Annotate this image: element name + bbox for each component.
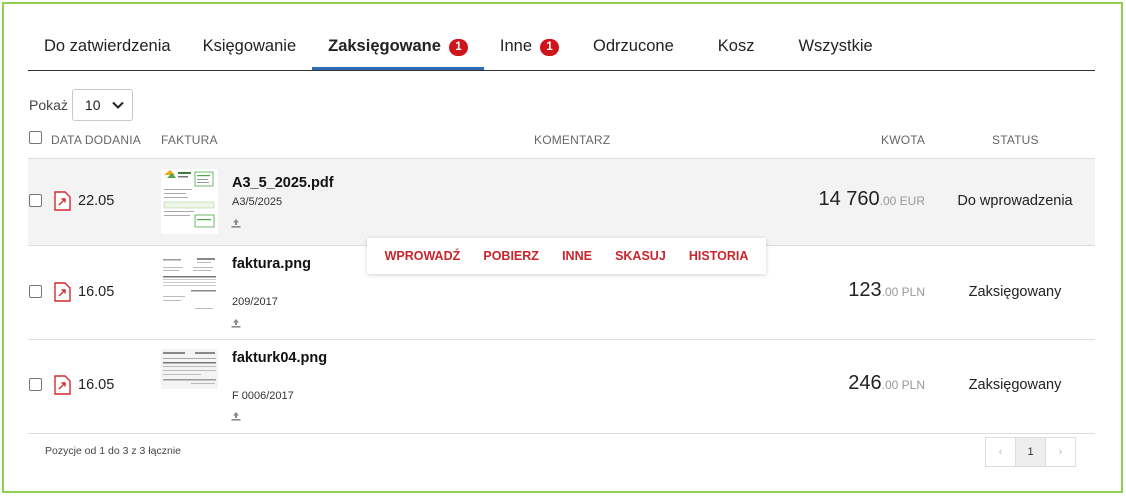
page-size-label: Pokaż (29, 97, 68, 113)
row-checkbox[interactable] (29, 378, 42, 391)
column-date: DATA DODANIA (51, 133, 141, 147)
action-historia[interactable]: HISTORIA (689, 249, 749, 263)
tab-wszystkie[interactable]: Wszystkie (780, 30, 888, 70)
tab-label: Kosz (717, 37, 755, 55)
select-all-checkbox[interactable] (29, 131, 42, 144)
tab-label: Księgowanie (202, 37, 297, 55)
prev-page-button[interactable]: ‹ (985, 437, 1016, 467)
upload-icon (231, 219, 241, 228)
chevron-down-icon (112, 101, 124, 109)
column-amount: KWOTA (881, 133, 926, 147)
page-size-select[interactable]: 10 (71, 89, 133, 121)
action-wprowadz[interactable]: WPROWADŹ (385, 249, 461, 263)
upload-icon (231, 319, 241, 328)
count-badge: 1 (448, 39, 468, 56)
action-skasuj[interactable]: SKASUJ (615, 249, 666, 263)
tab-label: Do zatwierdzenia (44, 37, 171, 55)
table-row[interactable]: 16.05 fakturk04.png F 0006/2017 246.00 P… (28, 340, 1095, 434)
invoice-thumbnail[interactable] (161, 349, 218, 389)
row-checkbox[interactable] (29, 285, 42, 298)
file-name[interactable]: A3_5_2025.pdf (232, 175, 334, 191)
invoice-thumbnail[interactable] (161, 169, 218, 234)
tab-zaksiegowane[interactable]: Zaksięgowane 1 (312, 30, 484, 70)
tab-bar: Do zatwierdzenia Księgowanie Zaksięgowan… (28, 30, 1095, 71)
tab-kosz[interactable]: Kosz (700, 30, 781, 70)
status-text: Do wprowadzenia (957, 193, 1073, 209)
status-text: Zaksięgowany (968, 377, 1062, 393)
tab-ksiegowanie[interactable]: Księgowanie (187, 30, 313, 70)
invoice-thumbnail[interactable] (161, 256, 218, 318)
upload-icon (231, 412, 241, 421)
count-badge: 1 (540, 39, 560, 56)
page-size-control: Pokaż 10 (29, 89, 133, 121)
row-date: 16.05 (78, 284, 115, 300)
table-header: DATA DODANIA FAKTURA KOMENTARZ KWOTA STA… (28, 124, 1095, 159)
status-text: Zaksięgowany (968, 284, 1062, 300)
invoice-number: F 0006/2017 (232, 390, 294, 402)
row-date: 22.05 (78, 193, 115, 209)
page-button[interactable]: 1 (1015, 437, 1046, 467)
pagination-summary: Pozycje od 1 do 3 z 3 łącznie (45, 445, 181, 457)
tab-label: Odrzucone (593, 37, 674, 55)
row-actions-menu: WPROWADŹ POBIERZ INNE SKASUJ HISTORIA (367, 238, 766, 274)
amount: 246.00 PLN (848, 372, 925, 395)
tab-inne[interactable]: Inne 1 (484, 30, 575, 70)
table-row[interactable]: 22.05 A3_5_2025.pdf A3/5/2025 14 760.00 … (28, 159, 1095, 246)
column-invoice: FAKTURA (161, 133, 218, 147)
tab-do-zatwierdzenia[interactable]: Do zatwierdzenia (28, 30, 187, 70)
row-checkbox[interactable] (29, 194, 42, 207)
next-page-button[interactable]: › (1045, 437, 1076, 467)
amount: 123.00 PLN (848, 279, 925, 302)
page-size-value: 10 (84, 97, 101, 113)
tab-odrzucone[interactable]: Odrzucone (575, 30, 700, 70)
invoice-number: 209/2017 (232, 296, 278, 308)
amount: 14 760.00 EUR (818, 188, 925, 211)
tab-label: Zaksięgowane (328, 37, 441, 55)
pagination: ‹ 1 › (985, 437, 1076, 467)
column-comment: KOMENTARZ (534, 133, 611, 147)
file-name[interactable]: fakturk04.png (232, 350, 327, 366)
invoice-number: A3/5/2025 (232, 196, 283, 208)
action-pobierz[interactable]: POBIERZ (483, 249, 539, 263)
amount-main: 14 760 (818, 188, 880, 210)
row-date: 16.05 (78, 377, 115, 393)
pdf-file-icon[interactable] (54, 191, 71, 211)
file-name[interactable]: faktura.png (232, 256, 311, 272)
amount-main: 123 (848, 279, 882, 301)
amount-decimal: .00 PLN (881, 285, 925, 299)
tab-label: Inne (499, 37, 533, 55)
amount-decimal: .00 EUR (879, 194, 925, 208)
pdf-file-icon[interactable] (54, 282, 71, 302)
action-inne[interactable]: INNE (562, 249, 592, 263)
column-status: STATUS (992, 133, 1039, 147)
tab-label: Wszystkie (798, 37, 873, 55)
pdf-file-icon[interactable] (54, 375, 71, 395)
amount-main: 246 (848, 372, 882, 394)
amount-decimal: .00 PLN (881, 378, 925, 392)
